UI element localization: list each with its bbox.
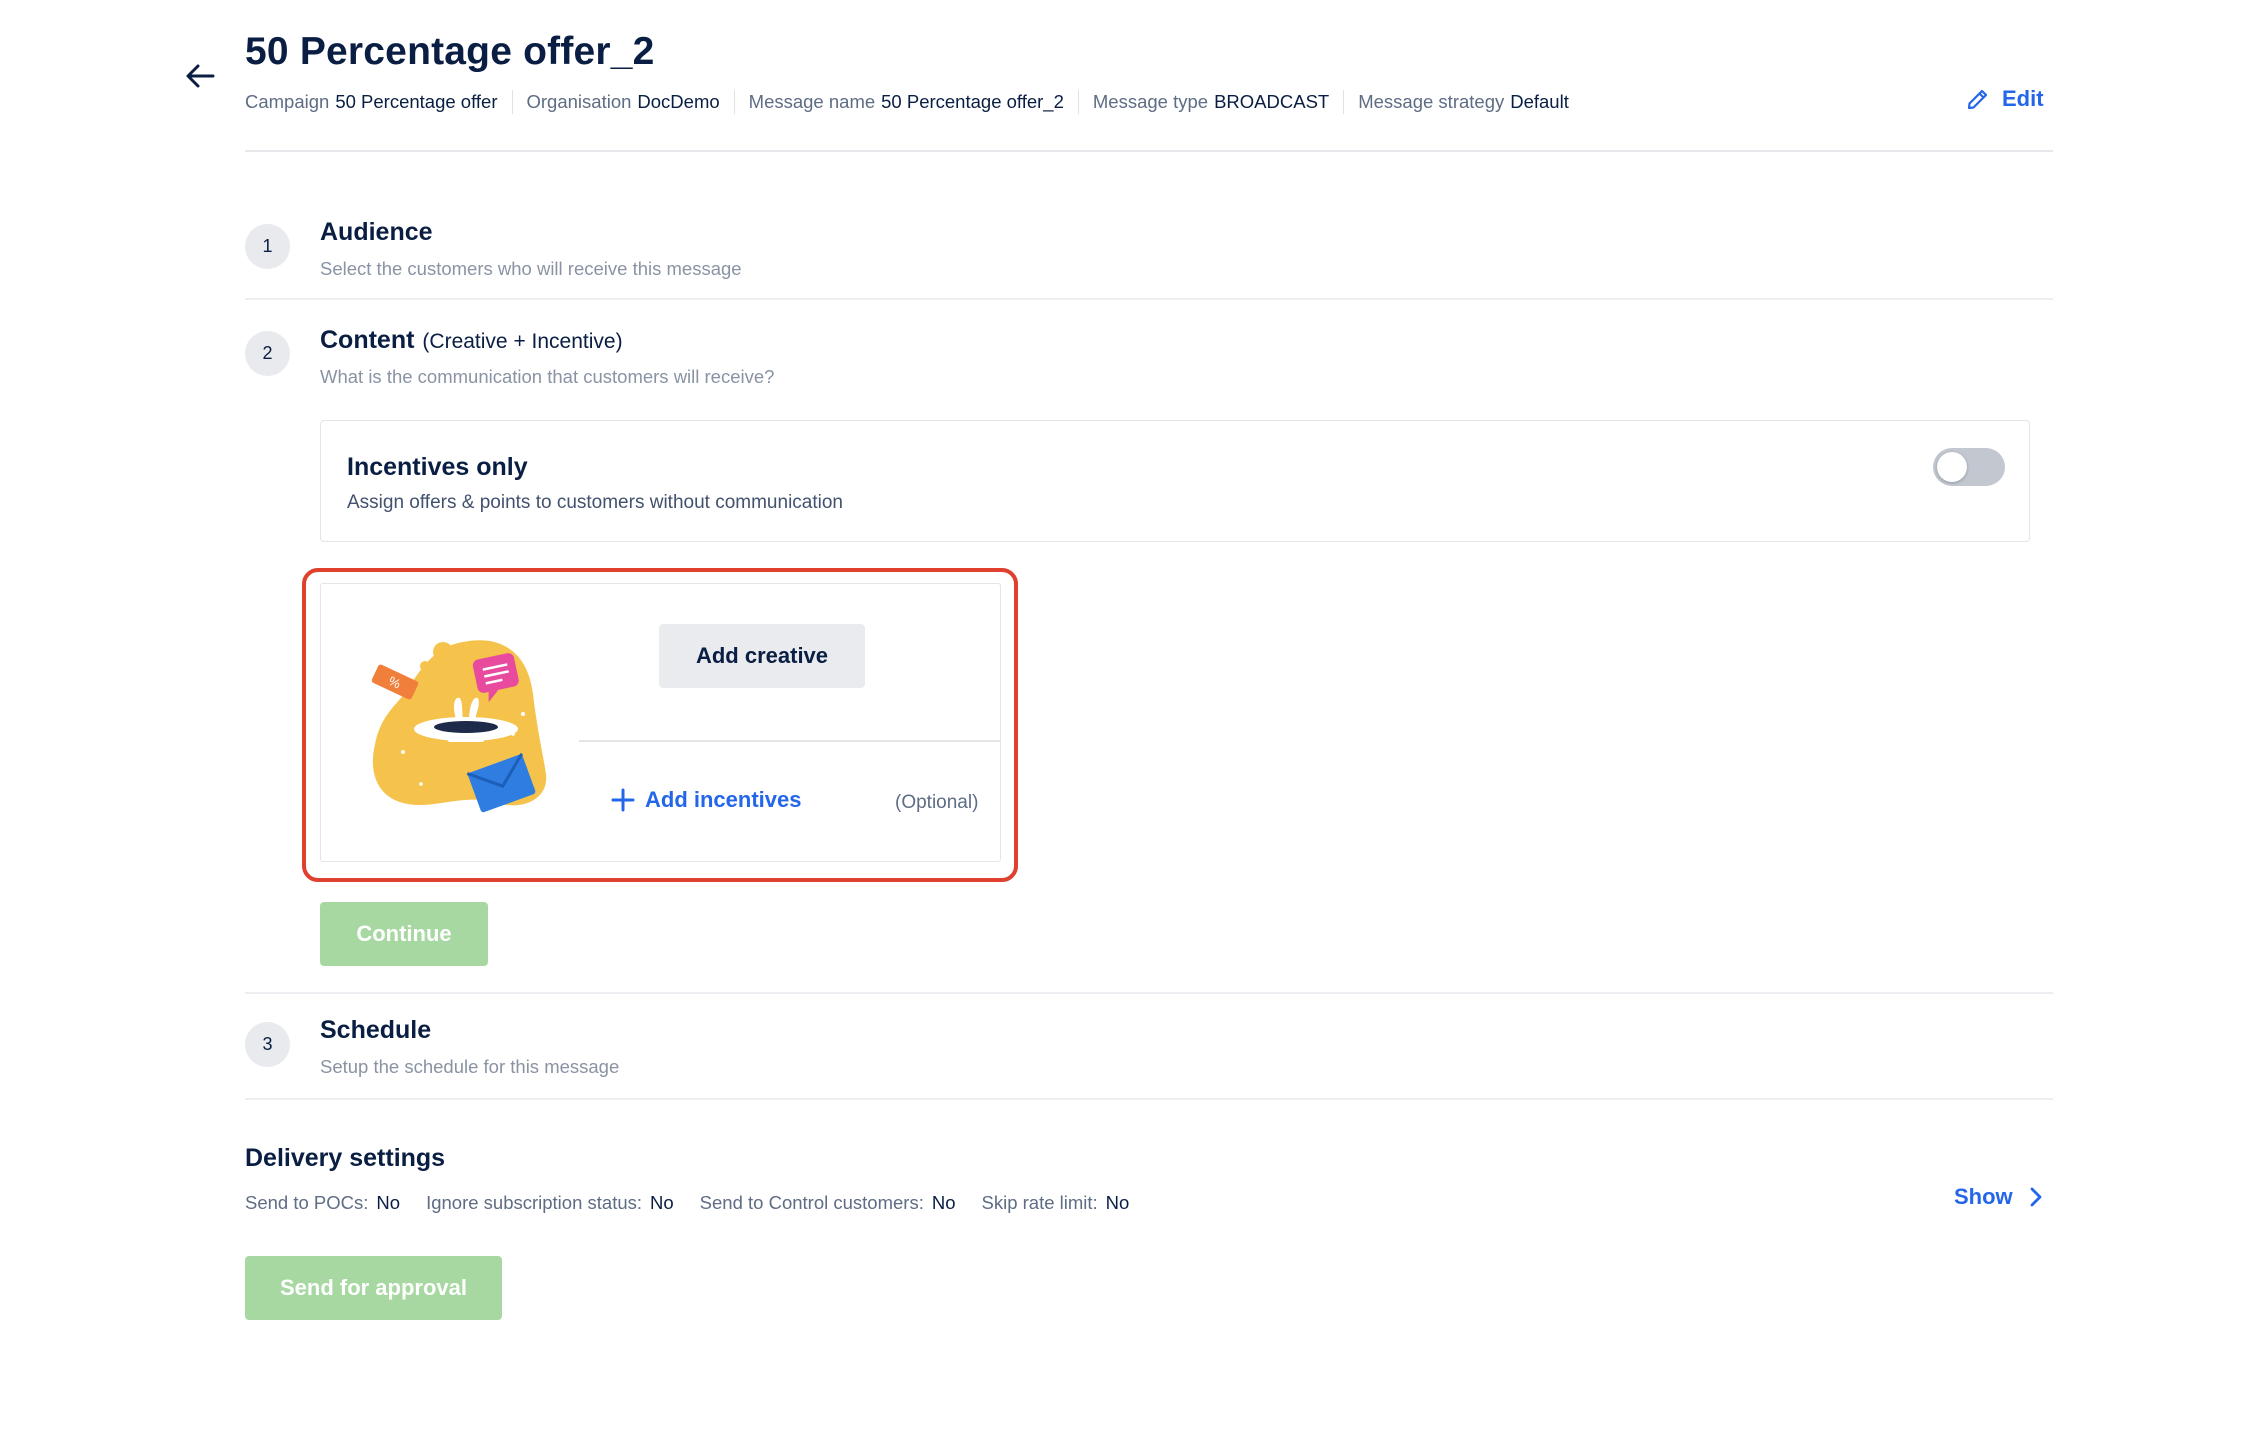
- incentives-only-title: Incentives only: [347, 453, 528, 481]
- delivery-send-to-control: Send to Control customers: No: [700, 1192, 956, 1214]
- meta-organisation: Organisation DocDemo: [511, 90, 734, 114]
- meta-label: Organisation: [526, 91, 632, 112]
- incentives-only-toggle[interactable]: [1933, 448, 2005, 486]
- step-number-content: 2: [245, 331, 290, 376]
- continue-button[interactable]: Continue: [320, 902, 488, 966]
- step-divider: [245, 298, 2053, 300]
- incentives-only-description: Assign offers & points to customers with…: [347, 492, 843, 513]
- meta-campaign: Campaign 50 Percentage offer: [245, 90, 512, 114]
- show-delivery-settings-button[interactable]: Show: [1954, 1184, 2043, 1210]
- add-incentives-button[interactable]: Add incentives: [611, 787, 801, 813]
- step-divider: [245, 992, 2053, 994]
- step-title-content: Content (Creative + Incentive): [320, 326, 623, 355]
- delivery-settings-summary: Send to POCs: No Ignore subscription stat…: [245, 1192, 1129, 1214]
- show-label: Show: [1954, 1184, 2013, 1209]
- meta-message-strategy: Message strategy Default: [1343, 90, 1583, 114]
- step-divider: [245, 1098, 2053, 1100]
- meta-label: Campaign: [245, 91, 330, 112]
- meta-label: Message type: [1092, 91, 1209, 112]
- meta-label: Message name: [748, 91, 876, 112]
- content-title: Content: [320, 326, 415, 354]
- pencil-icon: [1967, 89, 1988, 110]
- delivery-label: Ignore subscription status:: [426, 1192, 643, 1213]
- meta-value: DocDemo: [637, 91, 720, 112]
- meta-value: BROADCAST: [1214, 91, 1330, 112]
- meta-label: Message strategy: [1358, 91, 1505, 112]
- header-divider: [245, 150, 2053, 152]
- plus-icon: [611, 788, 635, 812]
- add-incentives-label: Add incentives: [645, 787, 802, 812]
- delivery-skip-rate-limit: Skip rate limit: No: [982, 1192, 1130, 1214]
- step-number-schedule: 3: [245, 1022, 290, 1067]
- optional-label: (Optional): [895, 792, 979, 813]
- magic-hat-illustration-icon: %: [371, 640, 547, 813]
- chevron-right-icon: [2030, 1187, 2042, 1207]
- arrow-left-icon: [186, 64, 215, 88]
- step-number-audience: 1: [245, 224, 290, 269]
- delivery-send-to-pocs: Send to POCs: No: [245, 1192, 400, 1214]
- delivery-label: Send to Control customers:: [699, 1192, 924, 1213]
- meta-value: 50 Percentage offer_2: [881, 91, 1064, 112]
- step-title-audience[interactable]: Audience: [320, 218, 433, 247]
- step-desc-content: What is the communication that customers…: [320, 366, 775, 387]
- delivery-value: No: [650, 1192, 674, 1213]
- step-desc-audience: Select the customers who will receive th…: [320, 258, 742, 279]
- step-title-schedule[interactable]: Schedule: [320, 1016, 431, 1045]
- edit-button[interactable]: Edit: [1966, 86, 2044, 112]
- delivery-value: No: [1105, 1192, 1130, 1213]
- incentives-only-card: Incentives only Assign offers & points t…: [320, 420, 2030, 542]
- send-for-approval-button[interactable]: Send for approval: [245, 1256, 502, 1320]
- step-desc-schedule: Setup the schedule for this message: [320, 1056, 620, 1077]
- delivery-settings-title: Delivery settings: [245, 1144, 446, 1172]
- toggle-knob: [1937, 452, 1967, 482]
- creative-divider: [579, 740, 1000, 742]
- delivery-label: Skip rate limit:: [981, 1192, 1098, 1213]
- delivery-ignore-subscription: Ignore subscription status: No: [426, 1192, 674, 1214]
- back-button[interactable]: [180, 56, 220, 96]
- meta-value: Default: [1510, 91, 1569, 112]
- add-creative-button[interactable]: Add creative: [659, 624, 865, 688]
- message-meta: Campaign 50 Percentage offer Organisatio…: [245, 90, 1583, 114]
- page-title: 50 Percentage offer_2: [245, 30, 655, 73]
- content-subtitle: (Creative + Incentive): [422, 330, 623, 353]
- meta-value: 50 Percentage offer: [335, 91, 498, 112]
- delivery-label: Send to POCs:: [245, 1192, 369, 1213]
- creative-incentive-box: % Add creative Add incentives (Optional): [320, 583, 1001, 862]
- edit-label: Edit: [2002, 86, 2044, 111]
- meta-message-name: Message name 50 Percentage offer_2: [733, 90, 1078, 114]
- delivery-value: No: [376, 1192, 401, 1213]
- delivery-value: No: [931, 1192, 956, 1213]
- meta-message-type: Message type BROADCAST: [1077, 90, 1343, 114]
